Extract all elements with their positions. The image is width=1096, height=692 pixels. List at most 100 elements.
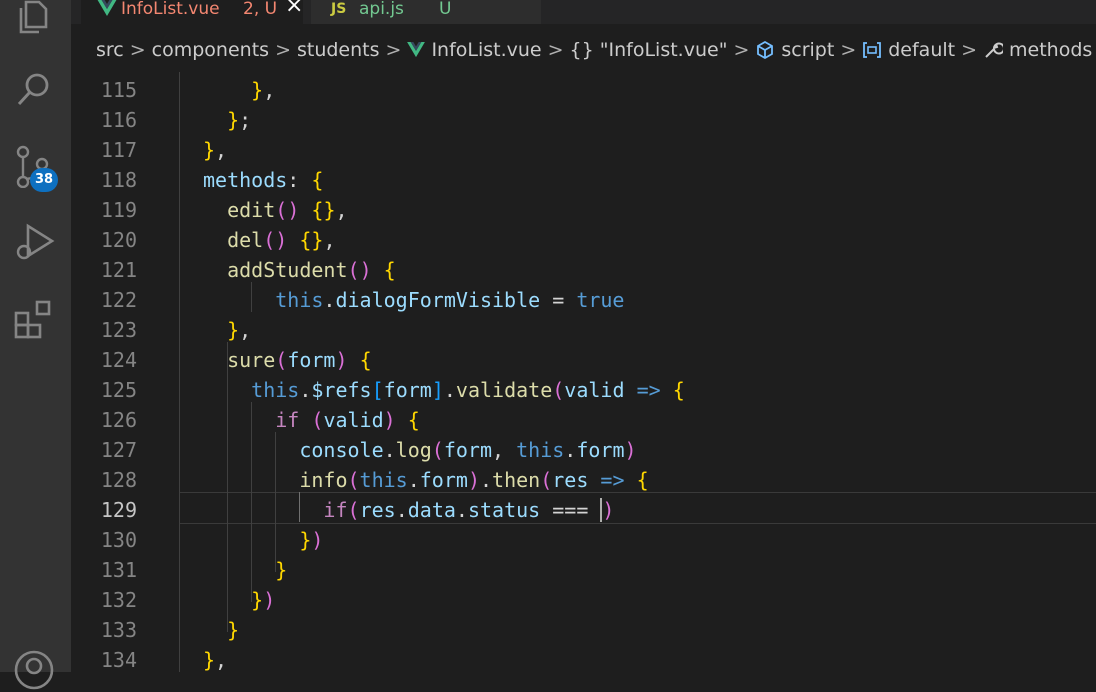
code-line[interactable]: 119 edit() {}, (71, 195, 1096, 225)
code-line[interactable]: 123 }, (71, 315, 1096, 345)
code-line[interactable]: 121 addStudent() { (71, 255, 1096, 285)
tab-title: api.js (359, 0, 404, 19)
chevron-right-icon: > (961, 39, 978, 61)
line-number: 117 (100, 138, 137, 162)
code-text: addStudent() { (227, 258, 396, 282)
breadcrumb-methods[interactable]: methods (983, 39, 1092, 61)
variable-icon (863, 42, 882, 58)
line-number: 124 (100, 348, 137, 372)
line-number: 133 (100, 618, 137, 642)
breadcrumb-default-label: default (888, 39, 956, 61)
breadcrumb: src > components > students > InfoList.v… (71, 24, 1096, 72)
run-debug-icon[interactable] (12, 220, 56, 264)
code-line[interactable]: 124 sure(form) { (71, 345, 1096, 375)
line-number: 118 (100, 168, 137, 192)
line-number: 134 (100, 648, 137, 672)
code-editor[interactable]: 115 }, 116 }; 117}, 118 methods: {119 edit()… (71, 72, 1096, 672)
chevron-right-icon: > (547, 39, 564, 61)
code-text: edit() {}, (227, 198, 348, 222)
code-text: }) (299, 528, 324, 552)
chevron-right-icon: > (733, 39, 750, 61)
code-line[interactable]: 120 del() {}, (71, 225, 1096, 255)
search-icon[interactable] (12, 68, 56, 112)
breadcrumb-file[interactable]: InfoList.vue (407, 39, 542, 61)
tab-infolist-vue[interactable]: InfoList.vue 2, U × (81, 0, 303, 24)
code-text: console.log(form, this.form) (299, 438, 637, 462)
code-text: this.dialogFormVisible = true (275, 288, 625, 312)
wrench-icon (985, 42, 1004, 58)
line-number: 127 (100, 438, 137, 462)
code-line[interactable]: 132 }) (71, 585, 1096, 615)
breadcrumb-src[interactable]: src (96, 39, 124, 61)
chevron-right-icon: > (129, 39, 146, 61)
breadcrumb-methods-label: methods (1009, 39, 1093, 61)
line-number: 125 (100, 378, 137, 402)
code-text: }; (227, 108, 252, 132)
code-text: }, (203, 648, 228, 672)
vue-icon (97, 0, 117, 16)
files-icon[interactable] (12, 0, 56, 38)
vue-icon (407, 42, 426, 58)
code-text: }, (251, 78, 276, 102)
breadcrumb-default[interactable]: default (862, 39, 955, 61)
line-number: 115 (100, 78, 137, 102)
line-number: 121 (100, 258, 137, 282)
code-line[interactable]: 116 }; (71, 105, 1096, 135)
editor-tab-bar: InfoList.vue 2, U × JS api.js U (71, 0, 1096, 24)
account-icon[interactable] (12, 648, 56, 692)
code-text: methods: { (203, 168, 324, 192)
code-line[interactable]: 125 this.$refs[form].validate(valid => { (71, 375, 1096, 405)
code-line[interactable]: 115 }, (71, 75, 1096, 105)
cube-icon (757, 40, 774, 60)
code-text: del() {}, (227, 228, 336, 252)
tab-status: U (439, 0, 452, 19)
code-text: this.$refs[form].validate(valid => { (251, 378, 685, 402)
code-line[interactable]: 130 }) (71, 525, 1096, 555)
code-text: }, (203, 138, 228, 162)
line-number: 132 (100, 588, 137, 612)
breadcrumb-script[interactable]: script (755, 39, 834, 61)
chevron-right-icon: > (275, 39, 291, 61)
tab-api-js[interactable]: JS api.js U (311, 0, 541, 24)
code-text: if (valid) { (275, 408, 420, 432)
code-text: }, (227, 318, 252, 342)
code-line[interactable]: 117}, (71, 135, 1096, 165)
code-line[interactable]: 128 info(this.form).then(res => { (71, 465, 1096, 495)
line-number: 123 (100, 318, 137, 342)
line-number: 131 (100, 558, 137, 582)
code-line[interactable]: 134}, (71, 645, 1096, 675)
chevron-right-icon: > (840, 39, 857, 61)
breadcrumb-components[interactable]: components (152, 39, 269, 61)
line-number: 129 (100, 498, 137, 522)
js-icon: JS (331, 1, 347, 17)
line-number: 126 (100, 408, 137, 432)
extensions-icon[interactable] (12, 296, 56, 340)
source-control-badge: 38 (30, 168, 58, 192)
chevron-right-icon: > (385, 39, 402, 61)
code-line[interactable]: 122 this.dialogFormVisible = true (71, 285, 1096, 315)
code-line[interactable]: 127 console.log(form, this.form) (71, 435, 1096, 465)
line-number: 130 (100, 528, 137, 552)
breadcrumb-script-label: script (781, 39, 835, 61)
line-number: 116 (100, 108, 137, 132)
code-line[interactable]: 126 if (valid) { (71, 405, 1096, 435)
code-text: } (275, 558, 288, 582)
tab-title: InfoList.vue (121, 0, 220, 19)
code-line[interactable]: 129 if(res.data.status === ) (71, 495, 1096, 525)
line-number: 120 (100, 228, 137, 252)
code-line[interactable]: 131 } (71, 555, 1096, 585)
breadcrumb-students[interactable]: students (297, 39, 380, 61)
tab-status: 2, U (243, 0, 278, 19)
code-text: sure(form) { (227, 348, 372, 372)
line-number: 128 (100, 468, 137, 492)
code-text: info(this.form).then(res => { (299, 468, 649, 492)
code-line[interactable]: 118 methods: { (71, 165, 1096, 195)
breadcrumb-module[interactable]: {} "InfoList.vue" (570, 39, 728, 61)
close-icon[interactable]: × (285, 0, 303, 17)
breadcrumb-file-label: InfoList.vue (431, 39, 542, 61)
code-line[interactable]: 133 } (71, 615, 1096, 645)
code-text: if(res.data.status === ) (323, 498, 615, 522)
activity-bar: 38 (0, 0, 71, 690)
code-text: }) (251, 588, 276, 612)
code-text: } (227, 618, 240, 642)
